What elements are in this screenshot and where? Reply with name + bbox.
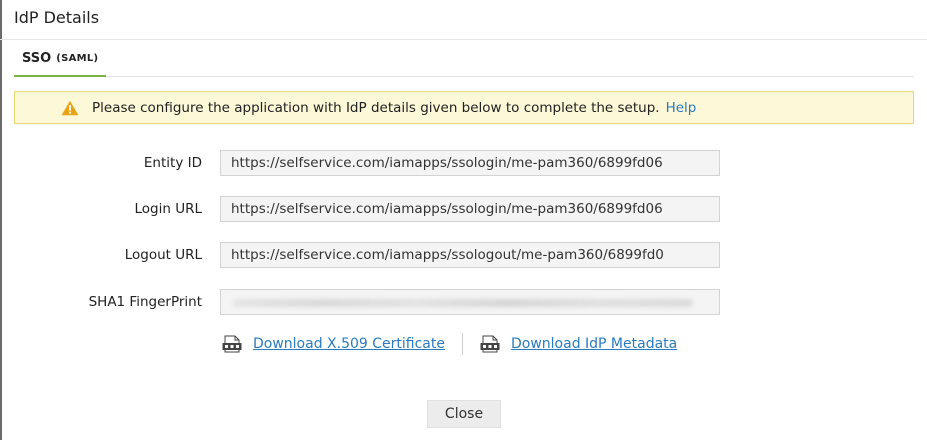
alert-message: Please configure the application with Id… — [92, 99, 660, 116]
dialog-header: IdP Details — [0, 0, 927, 40]
pem-file-icon — [222, 335, 242, 353]
login-url-field[interactable]: https://selfservice.com/iamapps/ssologin… — [220, 196, 720, 222]
obscured-fingerprint-value — [233, 299, 693, 307]
dialog-title: IdP Details — [14, 8, 100, 27]
download-certificate-link[interactable]: Download X.509 Certificate — [253, 336, 445, 352]
help-link[interactable]: Help — [666, 100, 697, 116]
download-metadata-link[interactable]: Download IdP Metadata — [511, 336, 677, 352]
entity-id-field[interactable]: https://selfservice.com/iamapps/ssologin… — [220, 150, 720, 176]
download-links: Download X.509 Certificate Download IdP … — [222, 331, 677, 357]
tab-bar: SSO (SAML) — [14, 41, 914, 77]
sha1-fingerprint-label: SHA1 FingerPrint — [88, 294, 202, 310]
sha1-fingerprint-row: SHA1 FingerPrint — [0, 289, 927, 315]
warning-icon — [61, 100, 79, 115]
logout-url-field[interactable]: https://selfservice.com/iamapps/ssologou… — [220, 242, 720, 268]
login-url-label: Login URL — [134, 201, 203, 217]
logout-url-row: Logout URL https://selfservice.com/iamap… — [0, 242, 927, 268]
tab-label: SSO — [22, 50, 52, 66]
close-button[interactable]: Close — [427, 400, 501, 428]
logout-url-label: Logout URL — [124, 247, 202, 263]
download-metadata-item[interactable]: Download IdP Metadata — [480, 335, 677, 353]
download-certificate-item[interactable]: Download X.509 Certificate — [222, 335, 445, 353]
sha1-fingerprint-field[interactable] — [220, 289, 720, 315]
tab-sublabel: (SAML) — [56, 52, 99, 64]
idp-details-dialog: IdP Details SSO (SAML) Please configure … — [0, 0, 927, 440]
entity-id-label: Entity ID — [143, 155, 202, 171]
download-divider — [461, 333, 463, 355]
login-url-row: Login URL https://selfservice.com/iamapp… — [0, 196, 927, 222]
tab-sso-saml[interactable]: SSO (SAML) — [14, 41, 107, 77]
xml-file-icon — [480, 335, 500, 353]
setup-alert-banner: Please configure the application with Id… — [14, 91, 914, 124]
entity-id-row: Entity ID https://selfservice.com/iamapp… — [0, 150, 927, 176]
